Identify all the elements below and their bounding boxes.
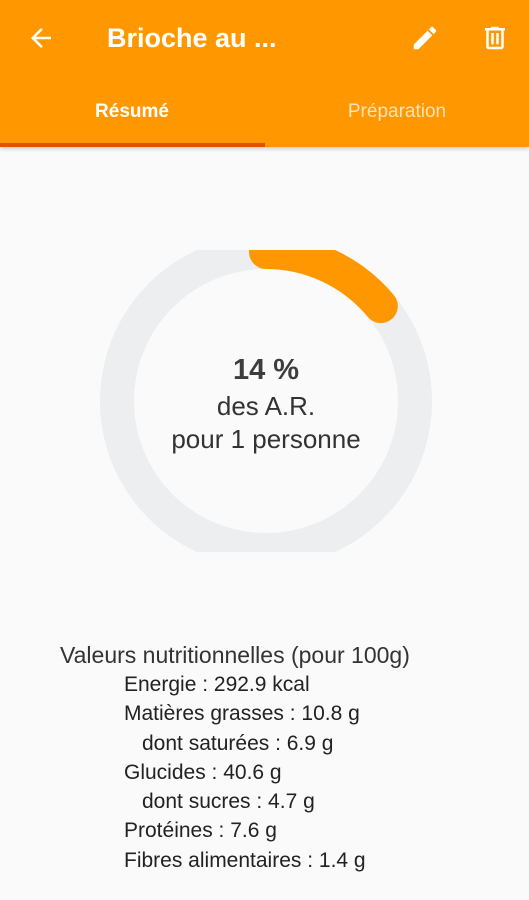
nutrition-sugars: dont sucres : 4.7 g xyxy=(142,790,315,814)
percent-caption-line2: pour 1 personne xyxy=(171,424,361,454)
edit-button[interactable] xyxy=(401,14,449,62)
tab-indicator xyxy=(0,143,265,147)
percent-value: 14 % xyxy=(232,354,300,386)
percent-caption-line1: des A.R. xyxy=(216,391,316,421)
tab-bar: Résumé Préparation xyxy=(0,76,529,147)
pencil-icon xyxy=(413,26,437,50)
trash-icon xyxy=(485,26,505,50)
app-bar: Brioche au ... Résumé Préparation xyxy=(0,0,529,147)
tab-preparation[interactable]: Préparation xyxy=(265,76,529,147)
tab-summary[interactable]: Résumé xyxy=(0,76,264,147)
back-button[interactable] xyxy=(17,14,65,62)
toolbar: Brioche au ... xyxy=(0,0,529,76)
nutrition-title: Valeurs nutritionnelles (pour 100g) xyxy=(60,642,410,668)
gauge-label: 14 % des A.R. pour 1 personne xyxy=(100,350,432,456)
nutrition-saturated-fat: dont saturées : 6.9 g xyxy=(142,731,334,755)
nutrition-fiber: Fibres alimentaires : 1.4 g xyxy=(124,848,366,872)
arrow-back-icon xyxy=(31,28,51,48)
page-title: Brioche au ... xyxy=(107,23,277,53)
nutrition-protein: Protéines : 7.6 g xyxy=(124,819,277,843)
nutrition-energy: Energie : 292.9 kcal xyxy=(124,673,310,696)
nutrition-fat: Matières grasses : 10.8 g xyxy=(124,702,360,726)
daily-intake-gauge: 14 % des A.R. pour 1 personne xyxy=(100,235,432,567)
nutrition-carbs: Glucides : 40.6 g xyxy=(124,760,282,784)
nutrition-facts: Valeurs nutritionnelles (pour 100g) Ener… xyxy=(60,640,520,875)
delete-button[interactable] xyxy=(471,14,519,62)
